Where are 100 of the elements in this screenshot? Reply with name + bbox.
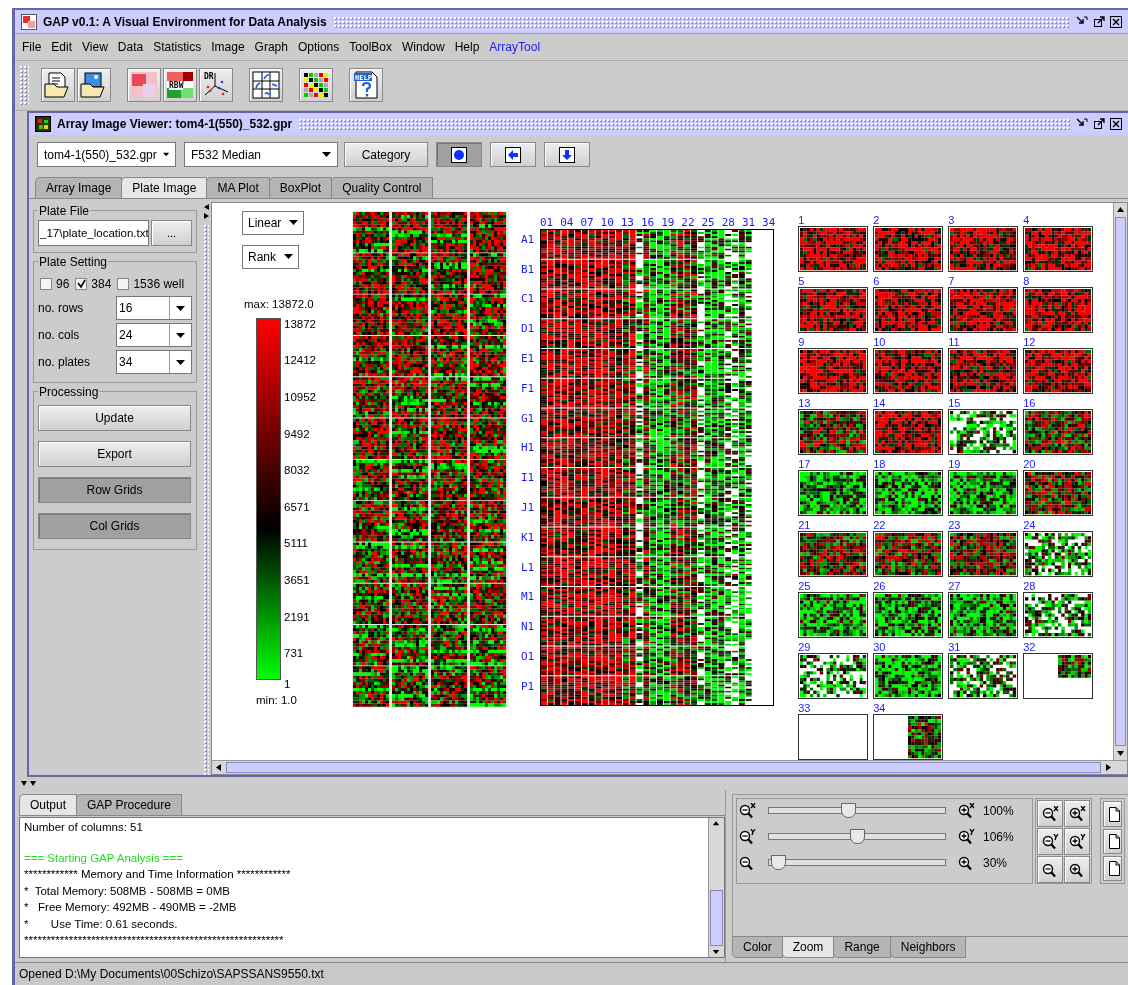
zoom-out-icon <box>1041 833 1059 850</box>
group-title: Plate Setting <box>38 254 109 269</box>
tab[interactable]: Array Image <box>35 176 123 198</box>
page-icon <box>1107 832 1121 850</box>
toolbar-button[interactable]: DR <box>199 68 233 103</box>
file-dropdown[interactable]: tom4-1(550)_532.gpr <box>37 142 176 168</box>
number-dropdown[interactable]: 34 <box>116 350 192 375</box>
menu-item[interactable]: Data <box>112 40 149 55</box>
tab[interactable]: Color <box>732 937 783 959</box>
page-icon <box>1107 805 1121 823</box>
plate-thumbnail <box>798 469 869 516</box>
page-button[interactable] <box>1103 828 1122 855</box>
action-button[interactable]: Col Grids <box>38 512 191 539</box>
plate-row-label: M1 <box>521 589 536 606</box>
tab[interactable]: Plate Image <box>121 176 208 198</box>
tool-button[interactable] <box>436 142 482 168</box>
console-line: * Free Memory: 492MB - 490MB = -2MB <box>24 900 238 915</box>
plate-number: 18 <box>873 457 887 470</box>
tool-button[interactable] <box>544 142 590 168</box>
plate-number: 20 <box>1023 457 1037 470</box>
toolbar-button[interactable] <box>299 68 333 103</box>
close-icon[interactable] <box>1110 15 1122 28</box>
page-button[interactable] <box>1103 856 1122 882</box>
menu-item[interactable]: Options <box>292 40 345 55</box>
zoom-out-button[interactable] <box>1037 856 1063 884</box>
scale-tick-label: 8032 <box>284 464 311 477</box>
menu-item[interactable]: Graph <box>249 40 293 55</box>
window-title: GAP v0.1: A Visual Environment for Data Analysis <box>43 14 327 29</box>
slider-thumb[interactable] <box>841 803 857 819</box>
plate-thumbnail <box>873 530 944 577</box>
tab[interactable]: MA Plot <box>206 176 270 198</box>
collapse-arrow-icon[interactable] <box>203 203 209 220</box>
checkbox-label: 96 <box>56 276 70 291</box>
plate-number: 32 <box>1023 640 1037 653</box>
scale-dropdown[interactable]: Linear <box>242 210 305 235</box>
tab[interactable]: GAP Procedure <box>76 794 182 816</box>
menu-item[interactable]: Image <box>206 40 250 55</box>
measure-dropdown[interactable]: F532 Median <box>184 142 338 168</box>
maximize-icon[interactable] <box>1093 117 1105 130</box>
category-button[interactable]: Category <box>344 142 428 168</box>
browse-button[interactable]: ... <box>151 219 192 246</box>
action-button[interactable]: Export <box>38 440 191 467</box>
number-dropdown[interactable]: 16 <box>116 296 192 321</box>
menu-item[interactable]: Edit <box>46 40 78 55</box>
page-button[interactable] <box>1103 801 1122 827</box>
vertical-scrollbar[interactable] <box>708 818 724 958</box>
zoom-out-button[interactable] <box>1037 800 1063 828</box>
checkbox[interactable] <box>117 277 130 290</box>
checkbox[interactable] <box>40 277 52 290</box>
menu-item[interactable]: File <box>17 40 47 55</box>
action-button[interactable]: Row Grids <box>38 476 191 503</box>
toolbar-grip[interactable] <box>19 65 29 106</box>
tab[interactable]: Range <box>833 937 891 959</box>
plate-column-label: 07 <box>580 215 595 229</box>
toolbar-button[interactable] <box>249 68 283 103</box>
checkbox[interactable] <box>75 277 88 290</box>
viewer-icon <box>35 115 51 132</box>
collapse-arrow-icon[interactable] <box>21 781 37 787</box>
menu-item[interactable]: ToolBox <box>344 40 397 55</box>
menu-item[interactable]: Statistics <box>148 40 207 55</box>
vertical-scrollbar[interactable] <box>1113 202 1127 760</box>
slider-thumb[interactable] <box>770 855 786 871</box>
viewer-title: Array Image Viewer: tom4-1(550)_532.gpr <box>57 116 293 131</box>
zoom-out-button[interactable] <box>1037 828 1063 856</box>
horizontal-scrollbar[interactable] <box>212 759 1127 774</box>
plate-column-label: 04 <box>560 215 575 229</box>
menu-item[interactable]: Window <box>397 40 450 55</box>
menu-item[interactable]: View <box>77 40 113 55</box>
maximize-icon[interactable] <box>1093 15 1105 28</box>
tab[interactable]: BoxPlot <box>268 176 333 198</box>
menu-item[interactable]: Help <box>449 40 485 55</box>
close-icon[interactable] <box>1110 117 1122 130</box>
zoom-in-button[interactable] <box>1064 828 1090 856</box>
slider-thumb[interactable] <box>850 829 865 845</box>
scale-tick-label: 1 <box>284 677 292 690</box>
plate-thumbnail <box>873 652 944 699</box>
number-dropdown[interactable]: 24 <box>116 323 192 348</box>
plate-row-label: B1 <box>521 261 536 278</box>
zoom-in-button[interactable] <box>1064 800 1090 828</box>
field-label: no. cols <box>38 328 80 343</box>
tab[interactable]: Output <box>19 794 78 816</box>
action-button[interactable]: Update <box>38 404 191 431</box>
plate-thumbnail <box>873 347 944 394</box>
toolbar-button[interactable] <box>41 68 75 103</box>
order-dropdown[interactable]: Rank <box>242 244 299 269</box>
zoom-in-icon <box>1068 805 1086 822</box>
status-text: Opened D:\My Documents\00Schizo\SAPSSANS9550.txt <box>19 967 324 982</box>
toolbar-button[interactable]: RBW <box>163 68 197 103</box>
plate-thumbnail <box>948 591 1019 638</box>
menu-item[interactable]: ArrayTool <box>484 40 546 55</box>
tab[interactable]: Neighbors <box>889 937 967 959</box>
tab[interactable]: Zoom <box>781 937 835 959</box>
zoom-in-icon <box>1068 833 1086 850</box>
path-field[interactable]: _17\plate_location.txt <box>38 219 149 246</box>
plate-thumbnail <box>873 225 944 272</box>
toolbar-button[interactable] <box>77 68 111 103</box>
plate-row-label: E1 <box>521 350 536 367</box>
tab[interactable]: Quality Control <box>331 176 433 198</box>
tool-button[interactable] <box>490 142 536 168</box>
zoom-in-button[interactable] <box>1064 856 1090 884</box>
